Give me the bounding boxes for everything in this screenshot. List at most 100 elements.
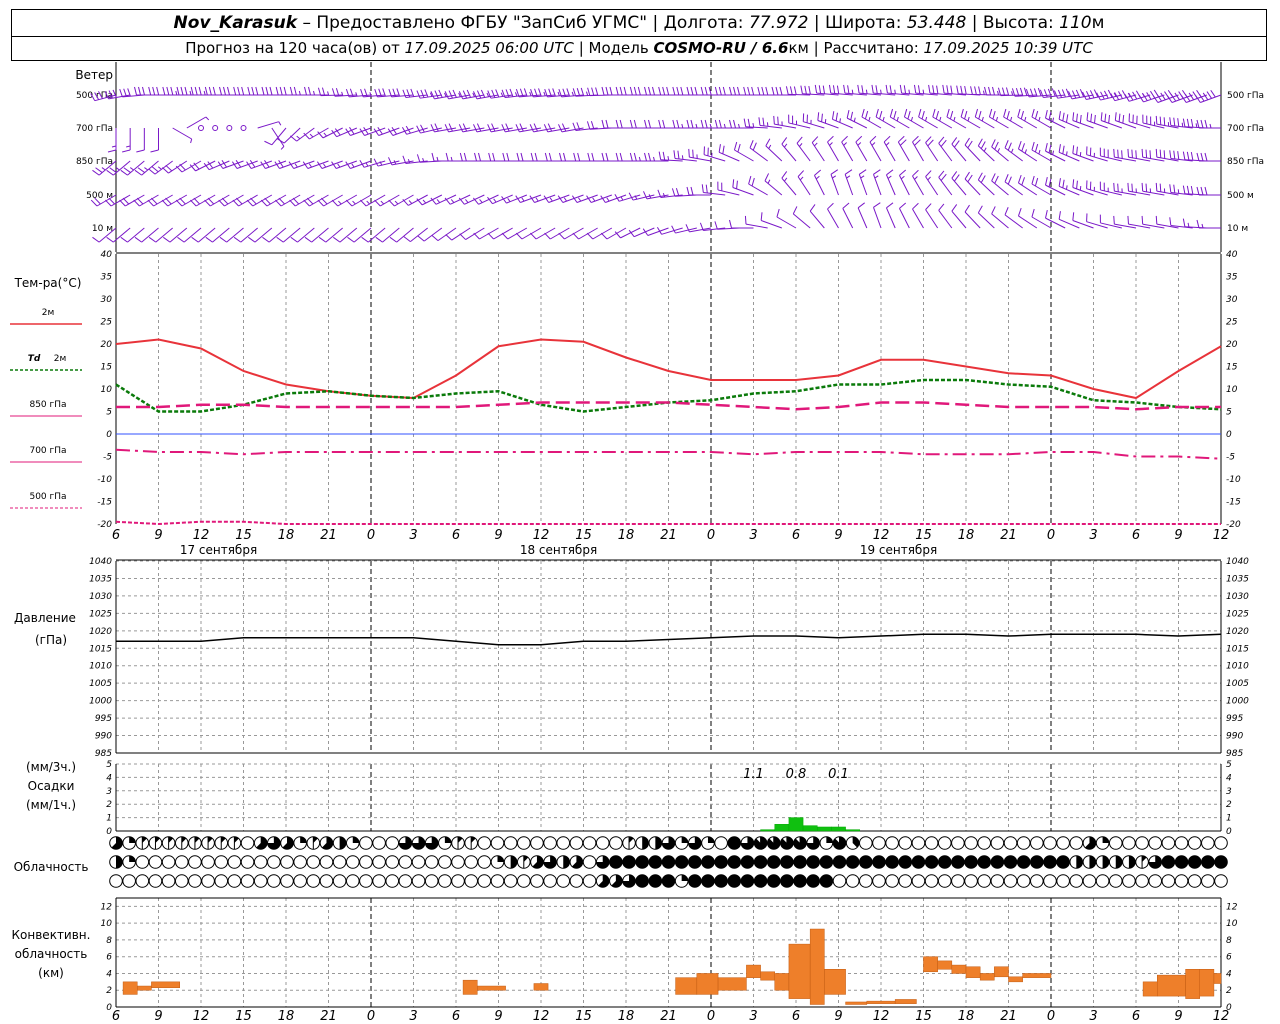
wind-feather [938, 203, 945, 211]
cloud-cover-symbol [819, 836, 834, 850]
wind-level-right: 500 м [1227, 191, 1254, 201]
wind-feather [942, 84, 945, 94]
day-label: 19 сентября [860, 543, 937, 557]
cloud-cover-symbol [372, 855, 386, 869]
cloud-cover-symbol [319, 874, 334, 888]
wind-half-feather [380, 200, 385, 205]
wind-half-feather [814, 142, 818, 147]
hour-tick-temp: 18 [278, 528, 295, 543]
wind-barb [749, 140, 768, 162]
legend-td-level: 2м [54, 354, 67, 364]
cloud-outline [1030, 874, 1044, 888]
wind-staff [297, 227, 315, 243]
cloud-cover-symbol [780, 874, 794, 888]
wind-barb [416, 124, 442, 134]
cloud-cover-symbol [674, 874, 689, 888]
wind-half-feather [620, 196, 624, 201]
wind-feather [690, 119, 694, 129]
cloud-outline [845, 874, 860, 888]
wind-feather [473, 232, 480, 240]
cloud-cover-symbol [1201, 836, 1215, 850]
wind-feather [235, 197, 243, 205]
wind-barb [175, 194, 202, 207]
temp-tick-left: 5 [106, 408, 112, 418]
cloud-outline [859, 836, 873, 850]
wind-barb [1086, 213, 1108, 229]
cloud-outline [332, 855, 347, 869]
hour-tick-temp: 12 [193, 528, 210, 543]
cloud-outline [438, 874, 452, 888]
hour-tick-conv: 12 [193, 1009, 210, 1024]
cloud-cover-symbol [253, 874, 268, 888]
wind-feather [1090, 113, 1093, 122]
cloud-outline [135, 874, 150, 888]
cloud-fill [300, 836, 307, 843]
wind-feather [107, 149, 117, 153]
wind-feather [673, 150, 676, 159]
wind-staff [792, 213, 811, 229]
wind-barb [388, 157, 414, 166]
cloud-cover-symbol [1135, 855, 1149, 869]
wind-barb [729, 86, 754, 96]
wind-feather [190, 199, 197, 207]
cloud-overcast [911, 855, 926, 869]
wind-half-feather [723, 123, 726, 129]
cloud-cover-symbol [411, 855, 426, 869]
wind-feather [779, 86, 783, 96]
wind-feather [912, 135, 919, 143]
wind-feather [232, 199, 239, 207]
wind-feather [912, 169, 919, 177]
wind-level-right: 500 гПа [1227, 91, 1264, 101]
wind-half-feather [832, 175, 837, 179]
pressure-tick-right: 1020 [1226, 627, 1249, 637]
cloud-cover-symbol [714, 836, 728, 850]
cloud-cover-symbol [1122, 855, 1136, 869]
cloud-cover-symbol [385, 874, 400, 888]
wind-feather [248, 236, 256, 243]
conv-cloud-bar [774, 973, 790, 991]
wind-barb [162, 86, 187, 96]
cloud-outline [503, 874, 518, 888]
wind-barb [1196, 186, 1221, 196]
cloud-cover-symbol [411, 836, 426, 850]
wind-half-feather [115, 167, 120, 171]
wind-feather [221, 197, 229, 205]
conv-cloud-bar [979, 973, 995, 981]
wind-feather [869, 135, 877, 143]
wind-feather [1145, 183, 1148, 192]
cloud-outline [240, 874, 255, 888]
conv-tick-left: 2 [106, 986, 112, 996]
wind-feather [861, 85, 864, 94]
hour-tick-conv: 15 [575, 1009, 592, 1024]
wind-feather [615, 152, 619, 162]
wind-staff [844, 174, 854, 196]
cloud-cover-symbol [661, 836, 676, 850]
wind-staff [748, 183, 768, 196]
wind-feather [964, 137, 970, 146]
cloud-cover-symbol [924, 836, 939, 850]
wind-feather [373, 158, 379, 167]
hour-tick-temp: 6 [452, 528, 460, 543]
wind-barb [614, 227, 641, 239]
wind-feather [1182, 151, 1186, 160]
wind-barb [226, 125, 233, 131]
conv-cloud-bar [675, 977, 698, 995]
wind-barb [190, 86, 216, 96]
cloud-outline [714, 836, 728, 850]
cloud-cover-symbol [1214, 836, 1228, 850]
wind-half-feather [351, 163, 355, 168]
cloud-overcast [872, 855, 886, 869]
wind-feather [960, 108, 964, 118]
wind-feather [686, 119, 690, 129]
wind-feather [1156, 94, 1162, 102]
wind-feather [1127, 148, 1129, 158]
wind-barb [1195, 89, 1222, 103]
wind-barb [951, 204, 967, 229]
wind-barb [1072, 112, 1094, 129]
wind-feather [796, 136, 803, 144]
cloud-cover-symbol [359, 855, 373, 869]
cloud-cover-symbol [1187, 836, 1202, 850]
wind-half-feather [407, 159, 411, 164]
cloud-fill [339, 836, 346, 850]
pressure-tick-right: 1030 [1226, 592, 1249, 602]
